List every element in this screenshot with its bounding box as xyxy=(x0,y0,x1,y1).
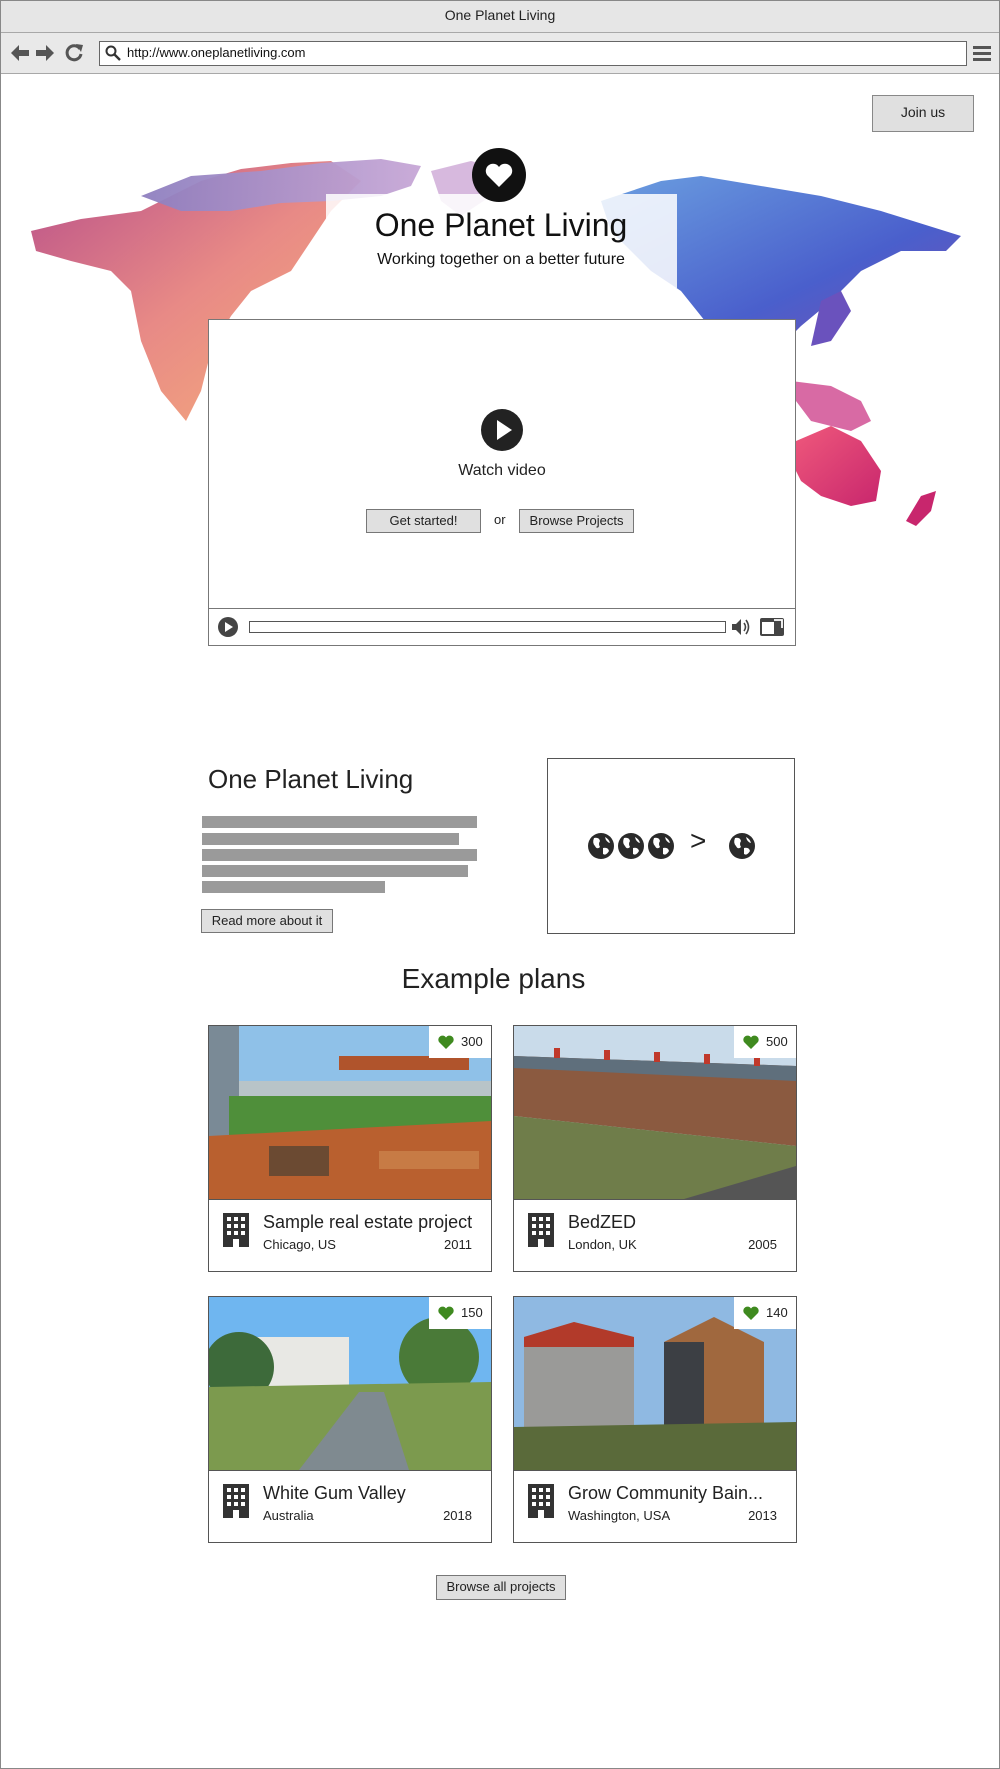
globe-icon xyxy=(588,833,614,859)
planets-comparison-graphic: > xyxy=(547,758,795,934)
heart-icon xyxy=(438,1306,454,1320)
heart-logo-icon xyxy=(472,148,526,202)
get-started-button[interactable]: Get started! xyxy=(366,509,481,533)
video-player: Watch video Get started! or Browse Proje… xyxy=(208,319,796,646)
browse-all-projects-button[interactable]: Browse all projects xyxy=(436,1575,566,1600)
building-icon xyxy=(528,1213,554,1247)
like-counter[interactable]: 300 xyxy=(429,1026,491,1058)
hero-title: One Planet Living xyxy=(374,207,628,243)
plan-card[interactable]: 150 White Gum Valley Australia 2018 xyxy=(208,1296,492,1543)
plan-location: London, UK xyxy=(568,1237,637,1252)
hamburger-menu-icon[interactable] xyxy=(973,44,991,62)
globe-icon xyxy=(648,833,674,859)
globe-icon xyxy=(618,833,644,859)
like-counter[interactable]: 140 xyxy=(734,1297,796,1329)
address-bar[interactable]: http://www.oneplanetliving.com xyxy=(99,41,967,66)
heart-icon xyxy=(743,1035,759,1049)
text-placeholder-line xyxy=(202,865,468,877)
heart-icon xyxy=(743,1306,759,1320)
like-counter[interactable]: 150 xyxy=(429,1297,491,1329)
read-more-button[interactable]: Read more about it xyxy=(201,909,333,933)
comparison-symbol: > xyxy=(690,825,707,856)
like-counter[interactable]: 500 xyxy=(734,1026,796,1058)
plan-location: Australia xyxy=(263,1508,314,1523)
text-placeholder-line xyxy=(202,881,385,893)
plan-card[interactable]: 500 BedZED London, UK 2005 xyxy=(513,1025,797,1272)
text-placeholder-line xyxy=(202,849,477,861)
plan-year: 2005 xyxy=(748,1237,777,1252)
play-icon[interactable] xyxy=(481,409,523,451)
text-placeholder-line xyxy=(202,816,477,828)
plan-name: Grow Community Bain... xyxy=(568,1483,764,1503)
building-icon xyxy=(528,1484,554,1518)
url-text: http://www.oneplanetliving.com xyxy=(127,45,306,60)
plan-name: White Gum Valley xyxy=(263,1483,406,1503)
forward-arrow-icon[interactable] xyxy=(34,42,56,64)
plan-name: Sample real estate project xyxy=(263,1212,473,1232)
like-count: 140 xyxy=(766,1305,788,1320)
plan-card[interactable]: 140 Grow Community Bain... Washington, U… xyxy=(513,1296,797,1543)
heart-icon xyxy=(438,1035,454,1049)
example-plans-title: Example plans xyxy=(401,963,586,994)
volume-icon[interactable] xyxy=(731,617,753,637)
plan-location: Chicago, US xyxy=(263,1237,336,1252)
like-count: 300 xyxy=(461,1034,483,1049)
about-title: One Planet Living xyxy=(208,764,414,794)
plan-card[interactable]: 300 Sample real estate project Chicago, … xyxy=(208,1025,492,1272)
like-count: 500 xyxy=(766,1034,788,1049)
search-icon xyxy=(105,45,121,61)
browser-toolbar: http://www.oneplanetliving.com xyxy=(1,33,999,74)
like-count: 150 xyxy=(461,1305,483,1320)
text-placeholder-line xyxy=(202,833,459,845)
join-us-button[interactable]: Join us xyxy=(872,95,974,132)
video-progress-bar[interactable] xyxy=(249,621,726,633)
plan-location: Washington, USA xyxy=(568,1508,671,1523)
hero-subtitle: Working together on a better future xyxy=(377,251,625,268)
building-icon xyxy=(223,1213,249,1247)
globe-icon xyxy=(729,833,755,859)
fullscreen-icon[interactable] xyxy=(759,617,785,637)
watch-video-label: Watch video xyxy=(458,462,546,479)
window-title: One Planet Living xyxy=(1,1,999,33)
browse-projects-button[interactable]: Browse Projects xyxy=(519,509,634,533)
plan-year: 2018 xyxy=(443,1508,472,1523)
video-controls xyxy=(209,608,795,646)
building-icon xyxy=(223,1484,249,1518)
reload-icon[interactable] xyxy=(63,42,85,64)
plan-name: BedZED xyxy=(568,1212,637,1232)
plan-year: 2013 xyxy=(748,1508,777,1523)
back-arrow-icon[interactable] xyxy=(9,42,31,64)
or-text: or xyxy=(494,512,506,527)
plan-year: 2011 xyxy=(444,1237,472,1252)
browser-window: One Planet Living http://www.oneplanetli… xyxy=(0,0,1000,1769)
play-icon[interactable] xyxy=(217,616,239,638)
